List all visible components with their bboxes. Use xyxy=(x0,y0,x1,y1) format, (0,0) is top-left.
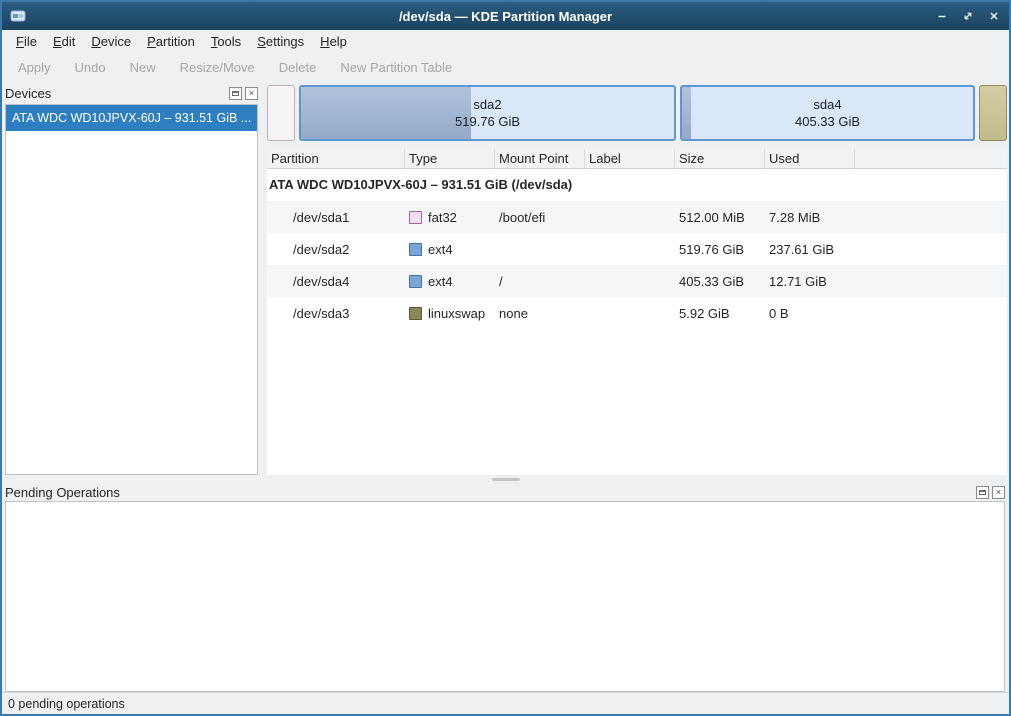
table-row[interactable]: /dev/sda4 ext4 / 405.33 GiB 12.71 GiB xyxy=(267,265,1007,297)
column-header-size[interactable]: Size xyxy=(675,149,765,169)
pending-close-icon[interactable]: × xyxy=(992,486,1005,499)
fs-color-swatch xyxy=(409,275,422,288)
partition-used: 237.61 GiB xyxy=(765,242,855,257)
partition-name: /dev/sda4 xyxy=(267,274,405,289)
pending-float-icon[interactable] xyxy=(976,486,989,499)
mount-point: /boot/efi xyxy=(495,210,585,225)
menu-tools[interactable]: Tools xyxy=(203,31,249,53)
menu-device[interactable]: Device xyxy=(83,31,139,53)
column-header-partition[interactable]: Partition xyxy=(267,149,405,169)
partition-block-sda1[interactable] xyxy=(267,85,295,141)
partition-block-sda3[interactable] xyxy=(979,85,1007,141)
new-partition-table-button[interactable]: New Partition Table xyxy=(328,55,464,81)
restore-icon[interactable] xyxy=(961,9,975,23)
devices-dock-header: Devices × xyxy=(5,82,258,104)
partition-used: 12.71 GiB xyxy=(765,274,855,289)
partition-block-sda4[interactable]: sda4 405.33 GiB xyxy=(680,85,975,141)
partition-table: Partition Type Mount Point Label Size Us… xyxy=(267,149,1007,475)
used-space-indicator xyxy=(682,87,691,139)
titlebar: /dev/sda — KDE Partition Manager xyxy=(2,2,1009,30)
partition-name: /dev/sda1 xyxy=(267,210,405,225)
devices-close-icon[interactable]: × xyxy=(245,87,258,100)
fs-type: fat32 xyxy=(428,210,457,225)
new-button[interactable]: New xyxy=(118,55,168,81)
app-icon[interactable] xyxy=(10,7,28,25)
minimize-icon[interactable] xyxy=(935,9,949,23)
fs-type: ext4 xyxy=(428,274,453,289)
menu-partition[interactable]: Partition xyxy=(139,31,203,53)
partition-used: 7.28 MiB xyxy=(765,210,855,225)
pending-operations-count: 0 pending operations xyxy=(8,697,125,711)
titlebar-buttons xyxy=(935,9,1001,23)
used-space-indicator xyxy=(301,87,471,139)
partition-bar: sda2 519.76 GiB sda4 405.33 GiB xyxy=(267,85,1007,141)
menu-file[interactable]: File xyxy=(8,31,45,53)
fs-color-swatch xyxy=(409,307,422,320)
pending-operations-header: Pending Operations × xyxy=(5,483,1005,501)
devices-dock: Devices × ATA WDC WD10JPVX-60J – 931.51 … xyxy=(2,82,262,475)
device-list-item[interactable]: ATA WDC WD10JPVX-60J – 931.51 GiB ... xyxy=(6,105,257,131)
devices-list: ATA WDC WD10JPVX-60J – 931.51 GiB ... xyxy=(5,104,258,475)
main-splitter-area: Devices × ATA WDC WD10JPVX-60J – 931.51 … xyxy=(2,82,1009,475)
mount-point: / xyxy=(495,274,585,289)
mount-point: none xyxy=(495,306,585,321)
partition-size: 5.92 GiB xyxy=(675,306,765,321)
resize-move-button[interactable]: Resize/Move xyxy=(168,55,267,81)
partition-block-name: sda4 xyxy=(813,96,841,113)
statusbar: 0 pending operations xyxy=(2,692,1009,714)
column-header-filler xyxy=(855,149,1007,169)
partition-block-size: 519.76 GiB xyxy=(455,113,520,130)
partition-block-size: 405.33 GiB xyxy=(795,113,860,130)
table-row[interactable]: /dev/sda1 fat32 /boot/efi 512.00 MiB 7.2… xyxy=(267,201,1007,233)
menu-settings[interactable]: Settings xyxy=(249,31,312,53)
close-icon[interactable] xyxy=(987,9,1001,23)
partition-block-sda2[interactable]: sda2 519.76 GiB xyxy=(299,85,676,141)
menu-edit[interactable]: Edit xyxy=(45,31,83,53)
horizontal-splitter xyxy=(2,475,1009,483)
main-panel: sda2 519.76 GiB sda4 405.33 GiB Partitio… xyxy=(262,82,1009,475)
column-header-used[interactable]: Used xyxy=(765,149,855,169)
delete-button[interactable]: Delete xyxy=(267,55,329,81)
splitter-handle[interactable] xyxy=(492,478,520,481)
menubar: File Edit Device Partition Tools Setting… xyxy=(2,30,1009,54)
partition-size: 405.33 GiB xyxy=(675,274,765,289)
fs-type: linuxswap xyxy=(428,306,485,321)
disk-group-row[interactable]: ATA WDC WD10JPVX-60J – 931.51 GiB (/dev/… xyxy=(267,169,1007,201)
devices-float-icon[interactable] xyxy=(229,87,242,100)
partition-size: 512.00 MiB xyxy=(675,210,765,225)
menu-help[interactable]: Help xyxy=(312,31,355,53)
pending-operations-title: Pending Operations xyxy=(5,485,973,500)
fs-type: ext4 xyxy=(428,242,453,257)
partition-used: 0 B xyxy=(765,306,855,321)
kde-partition-manager-window: /dev/sda — KDE Partition Manager File Ed… xyxy=(0,0,1011,716)
fs-color-swatch xyxy=(409,243,422,256)
apply-button[interactable]: Apply xyxy=(6,55,63,81)
column-header-label[interactable]: Label xyxy=(585,149,675,169)
toolbar: Apply Undo New Resize/Move Delete New Pa… xyxy=(2,54,1009,82)
fs-color-swatch xyxy=(409,211,422,224)
table-header-row: Partition Type Mount Point Label Size Us… xyxy=(267,149,1007,169)
devices-dock-title: Devices xyxy=(5,86,226,101)
column-header-type[interactable]: Type xyxy=(405,149,495,169)
pending-operations-dock: Pending Operations × xyxy=(2,483,1009,692)
partition-size: 519.76 GiB xyxy=(675,242,765,257)
window-title: /dev/sda — KDE Partition Manager xyxy=(2,9,1009,24)
pending-operations-list xyxy=(5,501,1005,692)
partition-block-name: sda2 xyxy=(473,96,501,113)
column-header-mount-point[interactable]: Mount Point xyxy=(495,149,585,169)
table-row[interactable]: /dev/sda3 linuxswap none 5.92 GiB 0 B xyxy=(267,297,1007,329)
undo-button[interactable]: Undo xyxy=(63,55,118,81)
partition-name: /dev/sda2 xyxy=(267,242,405,257)
partition-name: /dev/sda3 xyxy=(267,306,405,321)
table-row[interactable]: /dev/sda2 ext4 519.76 GiB 237.61 GiB xyxy=(267,233,1007,265)
